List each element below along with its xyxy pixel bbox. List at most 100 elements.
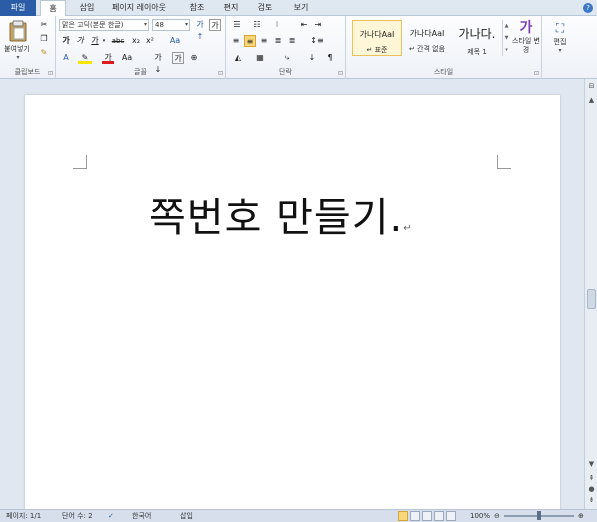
styles-launcher-icon[interactable]: ⊡ bbox=[534, 70, 539, 77]
zoom-slider-knob[interactable] bbox=[537, 511, 541, 520]
circled-char-icon[interactable]: ⊕ bbox=[188, 52, 200, 64]
tab-file[interactable]: 파일 bbox=[0, 0, 36, 16]
shrink-font-icon[interactable]: 가↓ bbox=[152, 52, 164, 74]
tab-references[interactable]: 참조 bbox=[184, 0, 210, 16]
subscript-button[interactable]: x₂ bbox=[130, 35, 142, 47]
help-icon[interactable]: ? bbox=[583, 3, 593, 13]
tab-view[interactable]: 보기 bbox=[288, 0, 314, 16]
spellcheck-icon[interactable]: ✓ bbox=[108, 510, 114, 522]
paragraph-launcher-icon[interactable]: ⊡ bbox=[338, 70, 343, 77]
web-layout-icon[interactable] bbox=[422, 511, 432, 521]
document-page[interactable]: 쪽번호 만들기.↵ bbox=[25, 95, 560, 509]
tab-home[interactable]: 홈 bbox=[40, 0, 66, 17]
show-marks-icon[interactable]: ¶ bbox=[324, 52, 336, 64]
style-no-spacing[interactable]: 가나다AaI ↵ 간격 없음 bbox=[402, 20, 452, 56]
change-case-icon[interactable]: Aa bbox=[168, 35, 182, 47]
enclosed-char-icon[interactable]: 가 bbox=[172, 52, 184, 64]
change-styles-button[interactable]: 가 스타일 변경 bbox=[512, 19, 540, 65]
binoculars-icon: ⛶ bbox=[555, 21, 565, 35]
tab-page-layout[interactable]: 페이지 레이아웃 bbox=[106, 0, 172, 16]
document-body-text[interactable]: 쪽번호 만들기.↵ bbox=[149, 185, 412, 243]
status-words[interactable]: 단어 수: 2 bbox=[62, 510, 93, 522]
styles-scroll[interactable]: ▲ ▼ ▾ bbox=[502, 20, 510, 56]
font-name-combo[interactable]: 맑은 고딕(본문 한글) ▾ bbox=[59, 19, 149, 31]
style-normal[interactable]: 가나다AaI ↵ 표준 bbox=[352, 20, 402, 56]
font-group-label: 글꼴 bbox=[134, 68, 147, 76]
justify-icon[interactable]: ≣ bbox=[272, 35, 284, 47]
align-center-icon[interactable]: ≡ bbox=[244, 35, 256, 47]
increase-indent-icon[interactable]: ⇥ bbox=[312, 19, 324, 31]
format-painter-icon[interactable]: ✎ bbox=[38, 47, 50, 59]
shading-icon[interactable]: ◭ bbox=[230, 52, 246, 64]
underline-dropdown-icon[interactable]: ▾ bbox=[101, 35, 107, 47]
multilevel-list-icon[interactable]: ⁝ bbox=[270, 19, 284, 31]
sort-icon[interactable]: ↓ bbox=[306, 52, 318, 64]
underline-button[interactable]: 가 bbox=[89, 35, 101, 47]
outline-icon[interactable] bbox=[434, 511, 444, 521]
style-preview: 가나다AaI bbox=[359, 30, 395, 39]
ruler-area bbox=[0, 79, 597, 93]
status-mode[interactable]: 삽입 bbox=[180, 510, 193, 522]
font-color-button[interactable]: 가 bbox=[102, 52, 114, 64]
editing-button[interactable]: ⛶ 편집 ▾ bbox=[546, 19, 574, 63]
status-language[interactable]: 한국어 bbox=[132, 510, 151, 522]
font-launcher-icon[interactable]: ⊡ bbox=[218, 70, 223, 77]
paragraph-group: ☰ ☷ ⁝ ⇤ ⇥ ≡ ≡ ≡ ≣ ≣ ↕≡ ◭ ▦ ⤷ ↓ ¶ 단락 ⊡ bbox=[226, 16, 346, 79]
decrease-indent-icon[interactable]: ⇤ bbox=[298, 19, 310, 31]
chevron-down-icon: ▾ bbox=[184, 21, 188, 28]
font-size-menu-button[interactable]: Aa bbox=[120, 52, 134, 64]
tab-insert[interactable]: 삽입 bbox=[72, 0, 102, 16]
clipboard-launcher-icon[interactable]: ⊡ bbox=[48, 70, 53, 77]
clear-format-icon[interactable]: 가 bbox=[209, 19, 221, 31]
scroll-up-icon[interactable]: ▲ bbox=[586, 95, 597, 106]
zoom-out-icon[interactable]: ⊖ bbox=[494, 510, 500, 522]
styles-group-label: 스타일 bbox=[433, 68, 454, 76]
align-right-icon[interactable]: ≡ bbox=[258, 35, 270, 47]
align-left-icon[interactable]: ≡ bbox=[230, 35, 242, 47]
scrollbar-thumb[interactable] bbox=[587, 289, 596, 309]
tab-review[interactable]: 검토 bbox=[252, 0, 278, 16]
view-buttons bbox=[398, 511, 462, 521]
editing-group: ⛶ 편집 ▾ bbox=[542, 16, 578, 79]
zoom-in-icon[interactable]: ⊕ bbox=[578, 510, 584, 522]
styles-group: 가나다AaI ↵ 표준 가나다AaI ↵ 간격 없음 가나다. 제목 1 ▲ ▼ ▾… bbox=[346, 16, 542, 79]
draft-icon[interactable] bbox=[446, 511, 456, 521]
style-preview: 가나다. bbox=[458, 27, 496, 41]
browse-object-icon[interactable]: ● bbox=[586, 484, 597, 495]
bold-button[interactable]: 가 bbox=[60, 35, 72, 47]
clipboard-group-label: 클립보드 bbox=[14, 68, 41, 76]
status-page[interactable]: 페이지: 1/1 bbox=[6, 510, 41, 522]
vertical-scrollbar[interactable]: ⊟ ▲ ▼ ⇞ ● ⇟ bbox=[584, 79, 597, 509]
print-layout-icon[interactable] bbox=[398, 511, 408, 521]
superscript-button[interactable]: x² bbox=[144, 35, 156, 47]
italic-button[interactable]: 가 bbox=[74, 35, 86, 47]
text-effects-icon[interactable]: A bbox=[60, 52, 72, 64]
next-page-icon[interactable]: ⇟ bbox=[586, 495, 597, 506]
scroll-down-icon[interactable]: ▼ bbox=[586, 459, 597, 470]
clipboard-group: 붙여넣기 ▾ ✂ ❐ ✎ 클립보드 ⊡ bbox=[0, 16, 56, 79]
editing-label: 편집 bbox=[553, 38, 567, 46]
style-heading-1[interactable]: 가나다. 제목 1 bbox=[452, 20, 502, 56]
grow-font-icon[interactable]: 가↑ bbox=[194, 19, 206, 41]
tab-mailings[interactable]: 편지 bbox=[218, 0, 244, 16]
paragraph-group-label: 단락 bbox=[279, 68, 292, 76]
zoom-slider[interactable] bbox=[504, 511, 574, 520]
highlight-icon[interactable]: ✎ bbox=[78, 52, 92, 64]
cut-icon[interactable]: ✂ bbox=[38, 19, 50, 31]
line-spacing-icon[interactable]: ↕≡ bbox=[310, 35, 324, 47]
numbering-icon[interactable]: ☷ bbox=[250, 19, 264, 31]
previous-page-icon[interactable]: ⇞ bbox=[586, 473, 597, 484]
borders-icon[interactable]: ▦ bbox=[252, 52, 268, 64]
bullets-icon[interactable]: ☰ bbox=[230, 19, 244, 31]
distribute-icon[interactable]: ≣ bbox=[286, 35, 298, 47]
ruler-toggle-icon[interactable]: ⊟ bbox=[586, 81, 597, 92]
strikethrough-button[interactable]: abc bbox=[110, 35, 126, 47]
full-screen-icon[interactable] bbox=[410, 511, 420, 521]
copy-icon[interactable]: ❐ bbox=[38, 33, 50, 45]
paragraph-mark: ↵ bbox=[403, 223, 412, 234]
font-size-combo[interactable]: 48 ▾ bbox=[152, 19, 190, 31]
text-direction-icon[interactable]: ⤷ bbox=[280, 52, 294, 64]
paste-button[interactable]: 붙여넣기 ▾ bbox=[4, 19, 32, 61]
paste-dropdown-arrow[interactable]: ▾ bbox=[4, 54, 32, 61]
status-zoom[interactable]: 100% bbox=[470, 510, 490, 522]
